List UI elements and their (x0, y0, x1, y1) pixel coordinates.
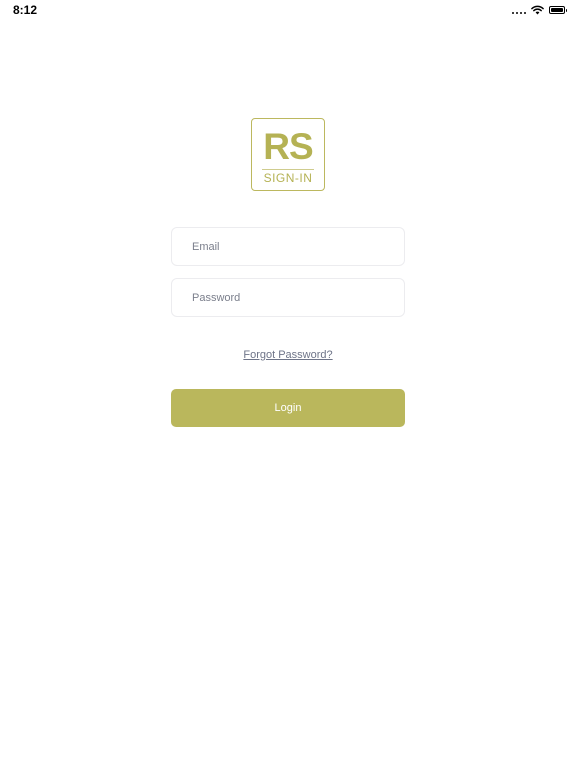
rs-sign-in-logo: RS SIGN-IN (251, 118, 325, 191)
cellular-dots-icon (512, 6, 526, 14)
password-field[interactable] (172, 279, 404, 316)
logo-divider (262, 169, 314, 170)
wifi-icon (531, 5, 544, 15)
email-field[interactable] (172, 228, 404, 265)
login-button[interactable]: Login (171, 389, 405, 427)
status-bar: 8:12 (0, 0, 576, 20)
status-icons (512, 4, 567, 16)
login-screen: 8:12 RS SIGN-IN Forgot Password? Login (0, 0, 576, 768)
status-time: 8:12 (13, 3, 38, 17)
battery-icon (549, 6, 567, 14)
password-field-container (171, 278, 405, 317)
email-field-container (171, 227, 405, 266)
logo-mark: RS (263, 126, 313, 167)
forgot-password-container: Forgot Password? (0, 345, 576, 363)
logo-subtitle: SIGN-IN (263, 171, 313, 185)
forgot-password-link[interactable]: Forgot Password? (243, 349, 332, 361)
